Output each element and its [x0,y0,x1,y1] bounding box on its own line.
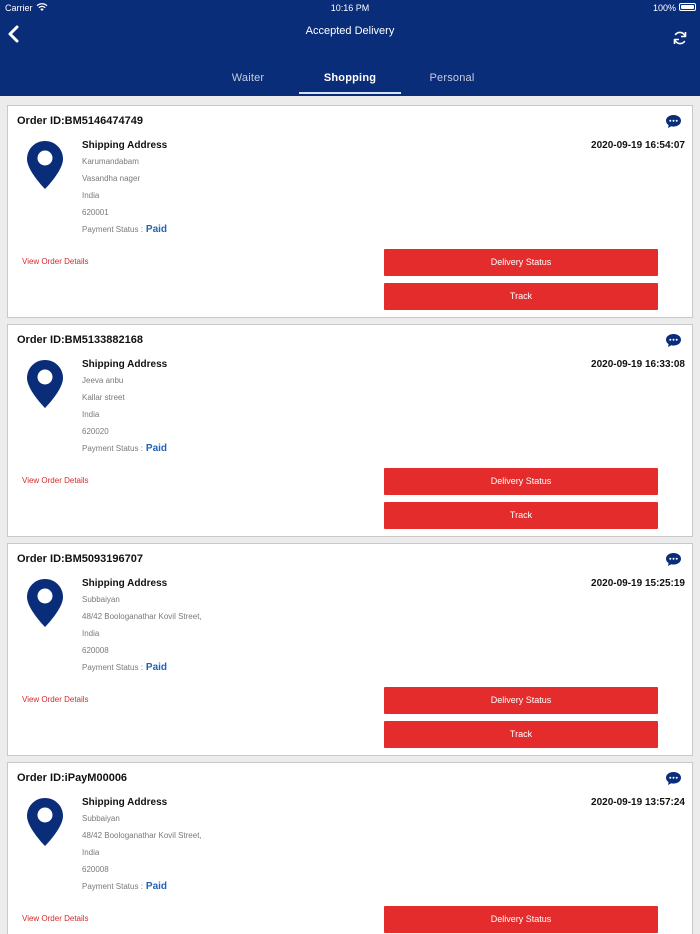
address-line: 48/42 Boologanathar Kovil Street, [82,831,202,840]
shipping-address-label: Shipping Address [82,578,168,589]
order-id: Order ID:BM5093196707 [17,553,143,565]
payment-status: Payment Status : Paid [82,443,167,454]
shipping-address-label: Shipping Address [82,797,168,808]
payment-status-value: Paid [145,224,168,235]
address-line: India [82,191,100,200]
tab-shopping[interactable]: Shopping [298,72,402,84]
payment-status-value: Paid [145,881,168,892]
location-pin-icon [27,141,63,189]
order-card: Order ID:BM5146474749 Shipping Address 2… [7,105,693,318]
delivery-status-button[interactable]: Delivery Status [384,687,658,714]
track-button[interactable]: Track [384,283,658,310]
order-id: Order ID:BM5146474749 [17,115,143,127]
active-tab-indicator [299,92,401,94]
payment-status: Payment Status : Paid [82,881,167,892]
address-line: 48/42 Boologanathar Kovil Street, [82,612,202,621]
battery-icon [679,3,696,11]
order-datetime: 2020-09-19 13:57:24 [591,797,685,808]
address-line: India [82,410,100,419]
address-line: Vasandha nager [82,174,141,183]
view-order-details-link[interactable]: View Order Details [22,257,89,266]
delivery-status-button[interactable]: Delivery Status [384,468,658,495]
order-datetime: 2020-09-19 16:33:08 [591,359,685,370]
location-pin-icon [27,360,63,408]
clock: 10:16 PM [330,3,370,13]
address-line: 620008 [82,646,109,655]
order-card: Order ID:iPayM00006 Shipping Address 202… [7,762,693,934]
address-line: India [82,848,100,857]
order-card: Order ID:BM5093196707 Shipping Address 2… [7,543,693,756]
track-button[interactable]: Track [384,721,658,748]
delivery-status-button[interactable]: Delivery Status [384,906,658,933]
battery-percent: 100% [652,3,676,13]
order-id: Order ID:BM5133882168 [17,334,143,346]
address-line: Subbaiyan [82,595,120,604]
shipping-address-label: Shipping Address [82,359,168,370]
chat-icon[interactable] [665,552,682,567]
address-line: 620008 [82,865,109,874]
payment-status-label: Payment Status : [82,225,143,234]
chat-icon[interactable] [665,114,682,129]
address-line: 620020 [82,427,109,436]
address-line: Kallar street [82,393,125,402]
view-order-details-link[interactable]: View Order Details [22,914,89,923]
address-line: Subbaiyan [82,814,120,823]
payment-status-value: Paid [145,662,168,673]
order-datetime: 2020-09-19 15:25:19 [591,578,685,589]
address-line: 620001 [82,208,109,217]
address-line: Karumandabam [82,157,139,166]
tab-bar: Waiter Shopping Personal [0,66,700,96]
payment-status-label: Payment Status : [82,663,143,672]
address-line: Jeeva anbu [82,376,124,385]
chat-icon[interactable] [665,333,682,348]
refresh-icon[interactable] [672,30,688,46]
address-line: India [82,629,100,638]
payment-status-value: Paid [145,443,168,454]
order-id: Order ID:iPayM00006 [17,772,128,784]
tab-waiter[interactable]: Waiter [196,72,300,84]
chat-icon[interactable] [665,771,682,786]
payment-status: Payment Status : Paid [82,224,167,235]
view-order-details-link[interactable]: View Order Details [22,695,89,704]
payment-status: Payment Status : Paid [82,662,167,673]
page-title: Accepted Delivery [305,25,395,37]
app-header: Carrier 10:16 PM 100% Accepted Delivery … [0,0,700,96]
track-button[interactable]: Track [384,502,658,529]
location-pin-icon [27,579,63,627]
payment-status-label: Payment Status : [82,444,143,453]
status-bar: Carrier 10:16 PM 100% [0,0,700,16]
view-order-details-link[interactable]: View Order Details [22,476,89,485]
payment-status-label: Payment Status : [82,882,143,891]
order-list[interactable]: Order ID:BM5146474749 Shipping Address 2… [0,96,700,934]
delivery-status-button[interactable]: Delivery Status [384,249,658,276]
shipping-address-label: Shipping Address [82,140,168,151]
order-card: Order ID:BM5133882168 Shipping Address 2… [7,324,693,537]
tab-personal[interactable]: Personal [400,72,504,84]
location-pin-icon [27,798,63,846]
order-datetime: 2020-09-19 16:54:07 [591,140,685,151]
